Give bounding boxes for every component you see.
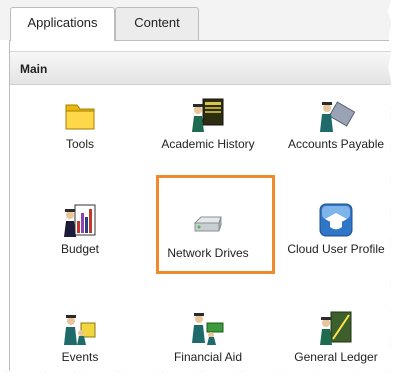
folder-icon xyxy=(65,104,95,130)
app-label: Tools xyxy=(65,137,94,151)
app-label: Cloud User Profile xyxy=(287,242,385,256)
app-cloud-user-profile[interactable]: Cloud User Profile xyxy=(274,201,391,256)
app-label: Financial Aid xyxy=(173,350,243,364)
academic-history-icon xyxy=(192,98,224,132)
app-network-drives[interactable]: Network Drives xyxy=(146,205,270,260)
app-label: Accounts Payable xyxy=(287,137,385,151)
app-events[interactable]: Events xyxy=(18,309,142,364)
tab-applications[interactable]: Applications xyxy=(10,7,115,41)
applications-panel: Main Tools Academic History Accounts Pay… xyxy=(9,40,391,372)
app-tools[interactable]: Tools xyxy=(18,96,142,151)
app-accounts-payable[interactable]: Accounts Payable xyxy=(274,96,391,151)
app-label: Academic History xyxy=(161,137,255,151)
financial-aid-icon xyxy=(192,313,224,345)
budget-icon xyxy=(64,204,96,237)
accounts-payable-icon xyxy=(320,101,355,132)
section-header-main[interactable]: Main xyxy=(10,51,391,85)
app-label: Events xyxy=(61,350,99,364)
app-label: General Ledger xyxy=(294,350,378,364)
general-ledger-icon xyxy=(320,311,352,345)
app-academic-history[interactable]: Academic History xyxy=(146,96,270,151)
tab-content[interactable]: Content xyxy=(115,7,199,40)
app-label: Network Drives xyxy=(167,246,249,260)
app-label: Budget xyxy=(60,242,100,256)
network-drive-icon xyxy=(193,216,222,232)
app-budget[interactable]: Budget xyxy=(18,201,142,256)
app-financial-aid[interactable]: Financial Aid xyxy=(146,309,270,364)
portal-window: Applications Content Main Tools Academic… xyxy=(0,0,391,372)
tab-bar: Applications Content xyxy=(0,0,391,41)
cloud-profile-icon xyxy=(319,203,353,237)
events-icon xyxy=(64,315,96,345)
app-general-ledger[interactable]: General Ledger xyxy=(274,309,391,364)
